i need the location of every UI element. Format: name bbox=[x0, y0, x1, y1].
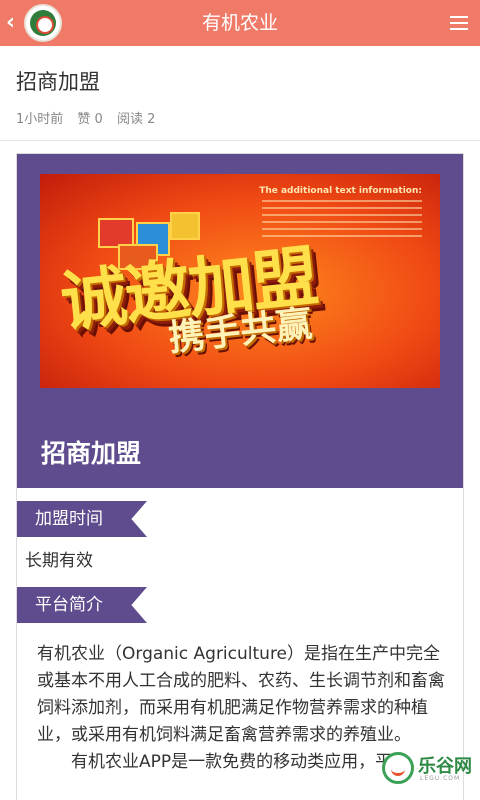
section-tag-platform-intro: 平台简介 bbox=[17, 587, 147, 623]
card-heading: 招商加盟 bbox=[41, 439, 142, 468]
page-header-title: 有机农业 bbox=[201, 12, 278, 34]
divider bbox=[0, 140, 480, 141]
article-title: 招商加盟 bbox=[16, 70, 100, 94]
watermark-subtext: LEGU.COM bbox=[420, 775, 461, 782]
intro-paragraph: 有机农业（Organic Agriculture）是指在生产中完全或基本不用人工… bbox=[37, 644, 445, 745]
join-time-value: 长期有效 bbox=[25, 551, 93, 571]
card-hero: The additional text information: 诚邀加盟 携手… bbox=[17, 154, 463, 488]
like-count[interactable]: 赞 0 bbox=[77, 112, 102, 127]
read-count: 阅读 2 bbox=[116, 112, 156, 127]
promo-banner-image: The additional text information: 诚邀加盟 携手… bbox=[40, 174, 440, 388]
banner-english-text: The additional text information: bbox=[259, 186, 422, 196]
watermark-logo-icon bbox=[382, 752, 414, 784]
site-watermark: 乐谷网 LEGU.COM bbox=[382, 750, 472, 790]
top-navigation-bar: ‹ 有机农业 bbox=[0, 0, 480, 46]
article-meta: 1小时前 赞 0 阅读 2 bbox=[16, 108, 165, 127]
content-card: The additional text information: 诚邀加盟 携手… bbox=[16, 153, 464, 800]
section-tag-join-time: 加盟时间 bbox=[17, 501, 147, 537]
hamburger-menu-icon[interactable] bbox=[450, 16, 468, 31]
post-time: 1小时前 bbox=[16, 112, 64, 127]
